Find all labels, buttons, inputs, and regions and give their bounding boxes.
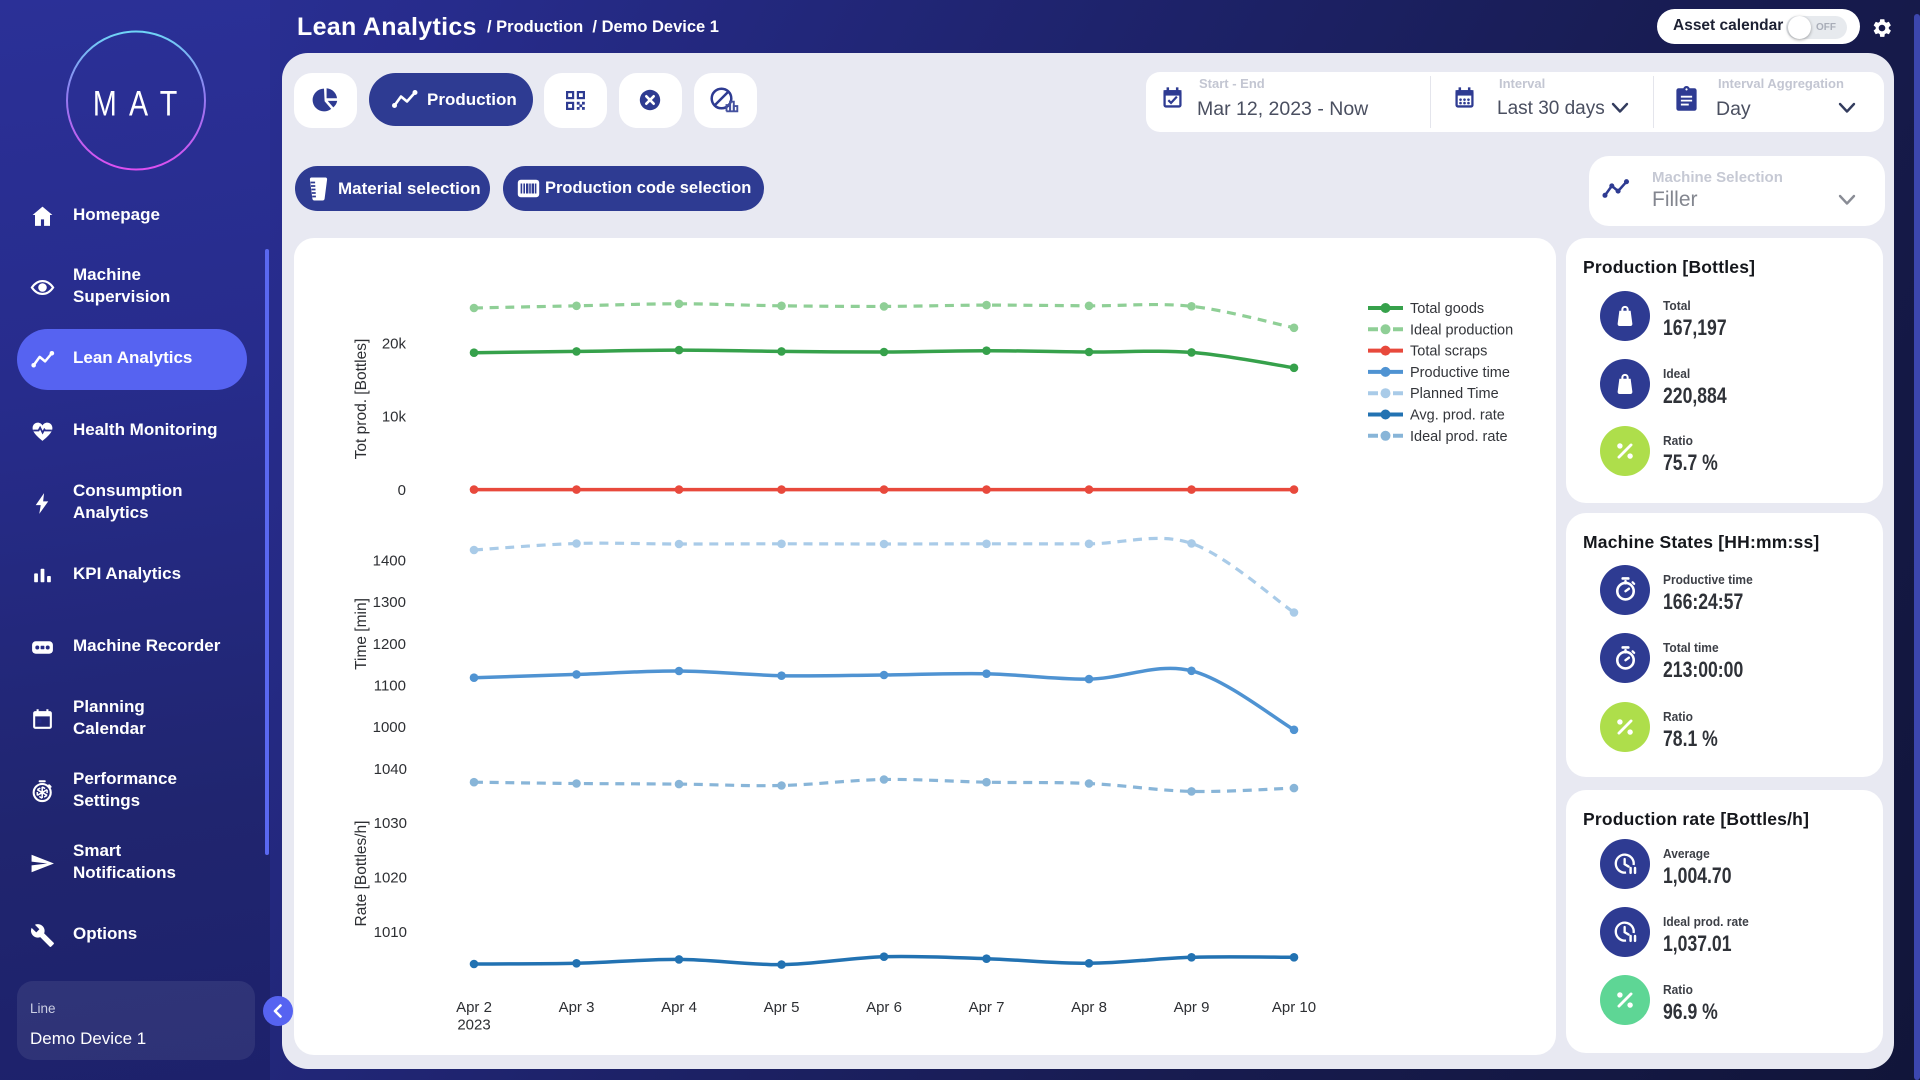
svg-text:M A T: M A T <box>93 84 180 123</box>
svg-text:0: 0 <box>398 482 406 499</box>
svg-text:1100: 1100 <box>374 678 406 695</box>
svg-text:Ideal production: Ideal production <box>1410 322 1513 338</box>
svg-text:Rate [Bottles/h]: Rate [Bottles/h] <box>353 821 370 927</box>
svg-text:10k: 10k <box>382 409 407 426</box>
svg-text:1400: 1400 <box>373 552 406 569</box>
svg-text:1010: 1010 <box>374 924 407 941</box>
svg-text:Apr 6: Apr 6 <box>866 999 902 1016</box>
svg-text:Apr 9: Apr 9 <box>1174 999 1210 1016</box>
svg-text:Time [min]: Time [min] <box>353 598 370 670</box>
svg-text:Planned Time: Planned Time <box>1410 386 1499 402</box>
svg-text:1000: 1000 <box>373 719 406 736</box>
svg-text:Productive time: Productive time <box>1410 365 1510 381</box>
svg-text:1040: 1040 <box>374 761 407 778</box>
svg-text:Total goods: Total goods <box>1410 301 1484 317</box>
svg-text:20k: 20k <box>382 335 407 352</box>
svg-text:Apr 3: Apr 3 <box>559 999 595 1016</box>
svg-text:Apr 4: Apr 4 <box>661 999 697 1016</box>
svg-text:Apr 10: Apr 10 <box>1272 999 1316 1016</box>
svg-text:Apr 8: Apr 8 <box>1071 999 1107 1016</box>
svg-text:1200: 1200 <box>373 636 406 653</box>
svg-text:Apr 2: Apr 2 <box>456 999 492 1016</box>
svg-text:1300: 1300 <box>373 594 406 611</box>
svg-text:Total scraps: Total scraps <box>1410 344 1487 360</box>
svg-text:Apr 7: Apr 7 <box>969 999 1005 1016</box>
svg-text:Ideal prod. rate: Ideal prod. rate <box>1410 429 1508 445</box>
svg-text:1020: 1020 <box>374 870 407 887</box>
svg-text:Avg. prod. rate: Avg. prod. rate <box>1410 408 1505 424</box>
svg-text:Tot prod. [Bottles]: Tot prod. [Bottles] <box>353 339 370 460</box>
svg-text:1030: 1030 <box>374 815 407 832</box>
svg-text:2023: 2023 <box>457 1017 490 1034</box>
svg-text:Apr 5: Apr 5 <box>764 999 800 1016</box>
